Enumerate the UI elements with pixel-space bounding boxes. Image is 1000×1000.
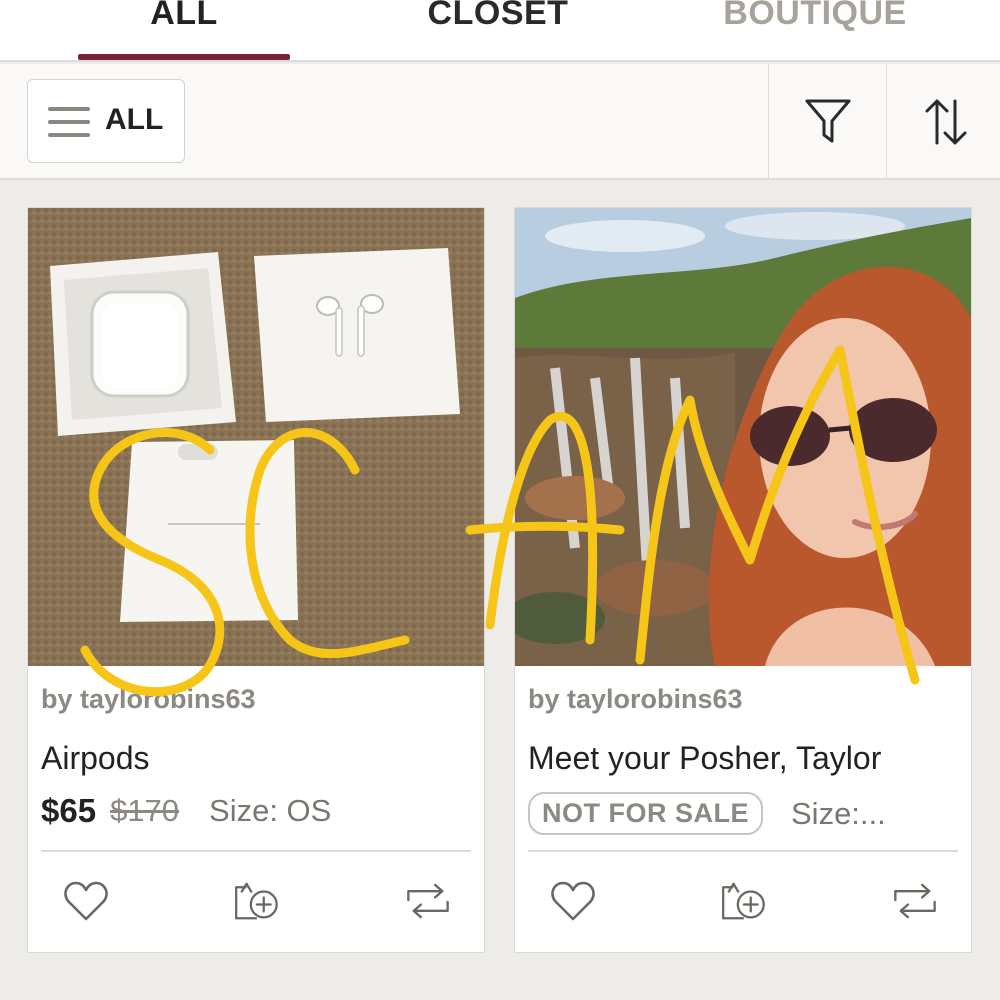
listing-card[interactable]: by taylorobins63 Airpods $65 $170 Size: … [27, 207, 485, 953]
listing-size: Size:... [791, 795, 886, 831]
repost-button[interactable] [403, 876, 453, 926]
filter-bar: ALL [0, 64, 1000, 180]
price-row: $65 $170 Size: OS [41, 792, 331, 830]
listing-title[interactable]: Meet your Posher, Taylor [528, 740, 881, 777]
repost-icon [894, 883, 936, 919]
share-button[interactable] [718, 876, 768, 926]
filter-button[interactable] [768, 64, 886, 180]
tab-bar: ALL CLOSET BOUTIQUE [0, 0, 1000, 62]
heart-icon [64, 881, 108, 921]
share-icon [722, 882, 765, 920]
divider [41, 850, 471, 852]
seller-name[interactable]: by taylorobins63 [528, 684, 743, 715]
repost-button[interactable] [890, 876, 940, 926]
original-price: $170 [110, 793, 180, 828]
heart-icon [551, 881, 595, 921]
listing-title[interactable]: Airpods [41, 740, 150, 777]
listing-price: $65 [41, 792, 97, 829]
not-for-sale-badge: NOT FOR SALE [528, 792, 763, 835]
department-label: ALL [105, 103, 164, 136]
price-row: NOT FOR SALE Size:... [528, 792, 886, 835]
sort-icon [925, 99, 966, 145]
filter-icon [805, 99, 850, 143]
tab-closet[interactable]: CLOSET [398, 0, 598, 38]
repost-icon [407, 883, 449, 919]
menu-icon [48, 107, 90, 137]
department-all-button[interactable]: ALL [27, 79, 185, 163]
divider [528, 850, 958, 852]
active-tab-indicator [78, 54, 290, 60]
share-icon [235, 882, 278, 920]
tab-all[interactable]: ALL [78, 0, 290, 38]
listing-card[interactable]: by taylorobins63 Meet your Posher, Taylo… [514, 207, 972, 953]
sort-button[interactable] [886, 64, 1000, 180]
listing-photo-posher[interactable] [515, 208, 971, 666]
seller-name[interactable]: by taylorobins63 [41, 684, 256, 715]
tab-boutique[interactable]: BOUTIQUE [702, 0, 928, 38]
share-button[interactable] [231, 876, 281, 926]
listing-size: Size: OS [209, 793, 332, 828]
like-button[interactable] [548, 876, 598, 926]
like-button[interactable] [61, 876, 111, 926]
listing-photo-airpods[interactable] [28, 208, 484, 666]
